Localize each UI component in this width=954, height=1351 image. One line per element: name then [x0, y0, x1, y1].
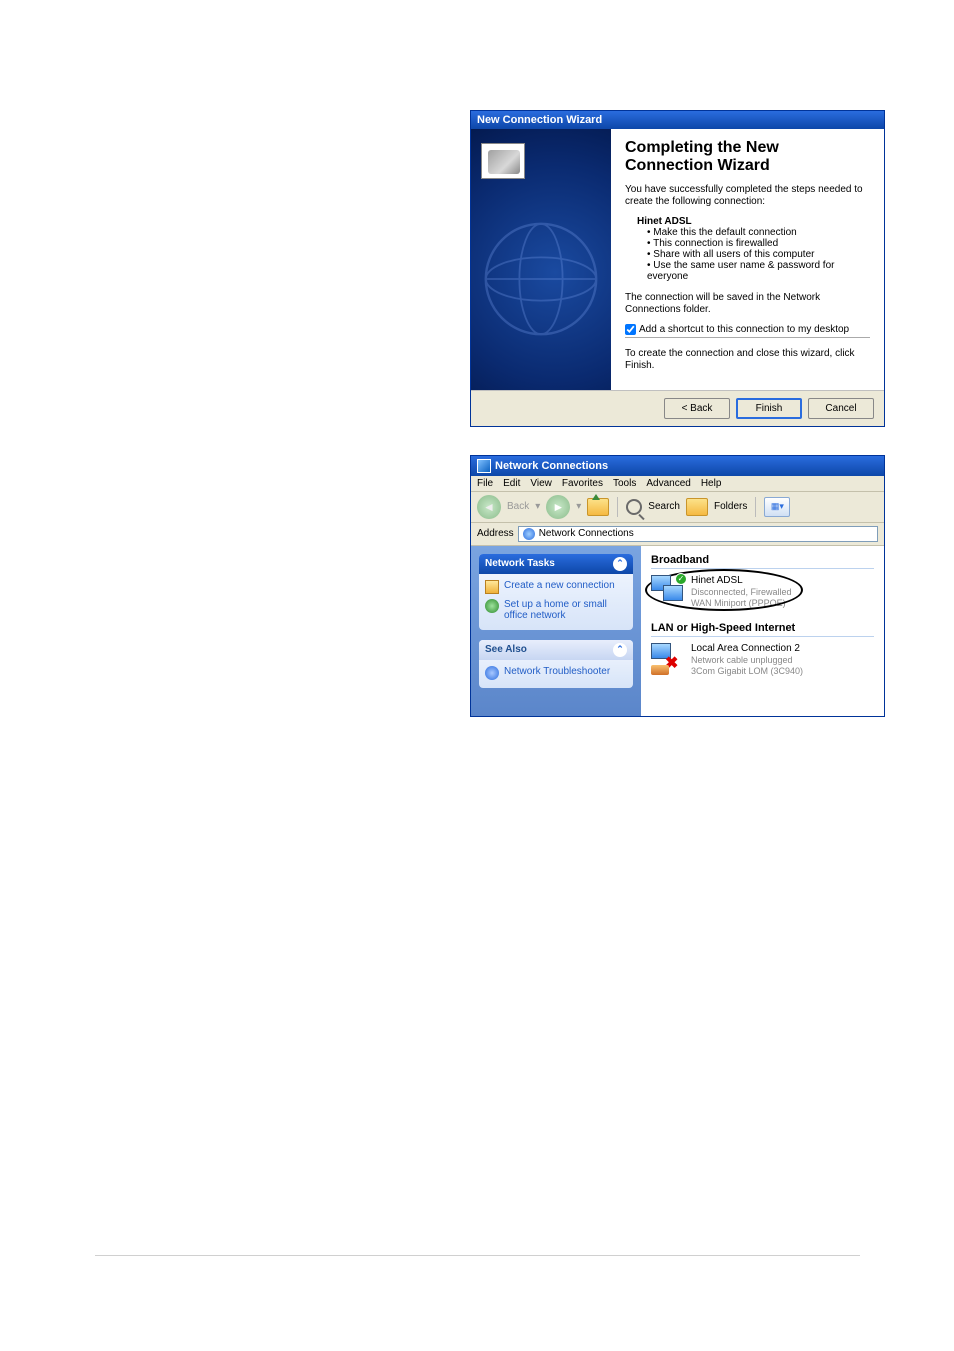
finish-button[interactable]: Finish: [736, 398, 802, 419]
explorer-titlebar[interactable]: Network Connections: [471, 456, 884, 476]
wizard-photo-icon: [481, 143, 525, 179]
back-label: Back: [507, 501, 529, 512]
connection-name: Local Area Connection 2: [691, 643, 803, 655]
see-also-network-troubleshooter[interactable]: Network Troubleshooter: [485, 666, 627, 680]
views-button[interactable]: ▦▾: [764, 497, 790, 517]
menu-tools[interactable]: Tools: [613, 478, 636, 489]
forward-dropdown-icon[interactable]: ▾: [576, 501, 581, 512]
wizard-saved-text: The connection will be saved in the Netw…: [625, 292, 870, 316]
task-link-label: Set up a home or small office network: [504, 599, 627, 622]
see-also-panel: See Also ⌃ Network Troubleshooter: [479, 640, 633, 688]
network-tasks-panel: Network Tasks ⌃ Create a new connection …: [479, 554, 633, 630]
globe-icon: [481, 219, 601, 339]
wizard-connection-summary: Hinet ADSL Make this the default connect…: [637, 216, 870, 282]
menu-bar: File Edit View Favorites Tools Advanced …: [471, 476, 884, 492]
see-also-header[interactable]: See Also ⌃: [479, 640, 633, 660]
connections-content-pane: Broadband ✓ Hinet ADSL Disconnected, Fir…: [641, 546, 884, 716]
cancel-button[interactable]: Cancel: [808, 398, 874, 419]
summary-bullet: Make this the default connection: [647, 227, 870, 238]
connection-status: Disconnected, Firewalled: [691, 587, 792, 598]
connection-name: Hinet ADSL: [637, 216, 870, 227]
desktop-shortcut-label[interactable]: Add a shortcut to this connection to my …: [639, 324, 849, 335]
desktop-shortcut-checkbox[interactable]: [625, 324, 636, 335]
wizard-titlebar[interactable]: New Connection Wizard: [471, 111, 884, 129]
back-button[interactable]: < Back: [664, 398, 730, 419]
summary-bullet: Use the same user name & password for ev…: [647, 260, 870, 282]
up-folder-button[interactable]: [587, 498, 609, 516]
window-title: Network Connections: [495, 460, 608, 472]
menu-file[interactable]: File: [477, 478, 493, 489]
category-lan-header: LAN or High-Speed Internet: [651, 622, 874, 637]
menu-help[interactable]: Help: [701, 478, 722, 489]
folders-icon[interactable]: [686, 498, 708, 516]
tasks-side-pane: Network Tasks ⌃ Create a new connection …: [471, 546, 641, 716]
menu-favorites[interactable]: Favorites: [562, 478, 603, 489]
address-value: Network Connections: [539, 528, 634, 539]
back-nav-button[interactable]: ◄: [477, 495, 501, 519]
task-link-label: Create a new connection: [504, 580, 615, 592]
wizard-intro-text: You have successfully completed the step…: [625, 184, 870, 208]
wizard-sidebar-graphic: [471, 129, 611, 390]
task-link-label: Network Troubleshooter: [504, 666, 610, 678]
menu-advanced[interactable]: Advanced: [646, 478, 690, 489]
summary-bullet: This connection is firewalled: [647, 238, 870, 249]
collapse-icon[interactable]: ⌃: [613, 557, 627, 571]
connection-item-hinet-adsl[interactable]: ✓ Hinet ADSL Disconnected, Firewalled WA…: [651, 575, 874, 609]
task-create-new-connection[interactable]: Create a new connection: [485, 580, 627, 594]
network-tasks-header[interactable]: Network Tasks ⌃: [479, 554, 633, 574]
troubleshooter-icon: [485, 666, 499, 680]
network-tasks-title: Network Tasks: [485, 558, 555, 569]
new-connection-wizard-dialog: New Connection Wizard Completing the New…: [470, 110, 885, 427]
network-connections-icon: [477, 459, 491, 473]
search-label[interactable]: Search: [648, 501, 680, 512]
connection-item-lan2[interactable]: ✖ Local Area Connection 2 Network cable …: [651, 643, 874, 677]
toolbar: ◄ Back ▾ ► ▾ Search Folders ▦▾: [471, 492, 884, 523]
category-broadband-header: Broadband: [651, 554, 874, 569]
network-connections-window: Network Connections File Edit View Favor…: [470, 455, 885, 717]
default-check-badge-icon: ✓: [675, 573, 687, 585]
new-connection-icon: [485, 580, 499, 594]
connection-name: Hinet ADSL: [691, 575, 792, 587]
address-field[interactable]: Network Connections: [518, 526, 878, 542]
folders-label[interactable]: Folders: [714, 501, 747, 512]
address-bar: Address Network Connections: [471, 523, 884, 546]
lan-connection-icon: ✖: [651, 643, 685, 673]
back-dropdown-icon[interactable]: ▾: [535, 501, 540, 512]
menu-view[interactable]: View: [530, 478, 552, 489]
see-also-title: See Also: [485, 644, 527, 655]
connection-device: 3Com Gigabit LOM (3C940): [691, 666, 803, 677]
home-network-icon: [485, 599, 499, 613]
wizard-heading: Completing the New Connection Wizard: [625, 139, 870, 176]
menu-edit[interactable]: Edit: [503, 478, 520, 489]
task-setup-home-office[interactable]: Set up a home or small office network: [485, 599, 627, 622]
address-label: Address: [477, 528, 514, 539]
page-footer-divider: [95, 1255, 860, 1256]
connection-device: WAN Miniport (PPPOE): [691, 598, 792, 609]
search-icon[interactable]: [626, 499, 642, 515]
collapse-icon[interactable]: ⌃: [613, 643, 627, 657]
toolbar-divider: [755, 497, 756, 517]
toolbar-divider: [617, 497, 618, 517]
address-icon: [523, 528, 535, 540]
wizard-finish-text: To create the connection and close this …: [625, 348, 870, 372]
connection-status: Network cable unplugged: [691, 655, 803, 666]
broadband-connection-icon: ✓: [651, 575, 685, 605]
forward-nav-button[interactable]: ►: [546, 495, 570, 519]
summary-bullet: Share with all users of this computer: [647, 249, 870, 260]
